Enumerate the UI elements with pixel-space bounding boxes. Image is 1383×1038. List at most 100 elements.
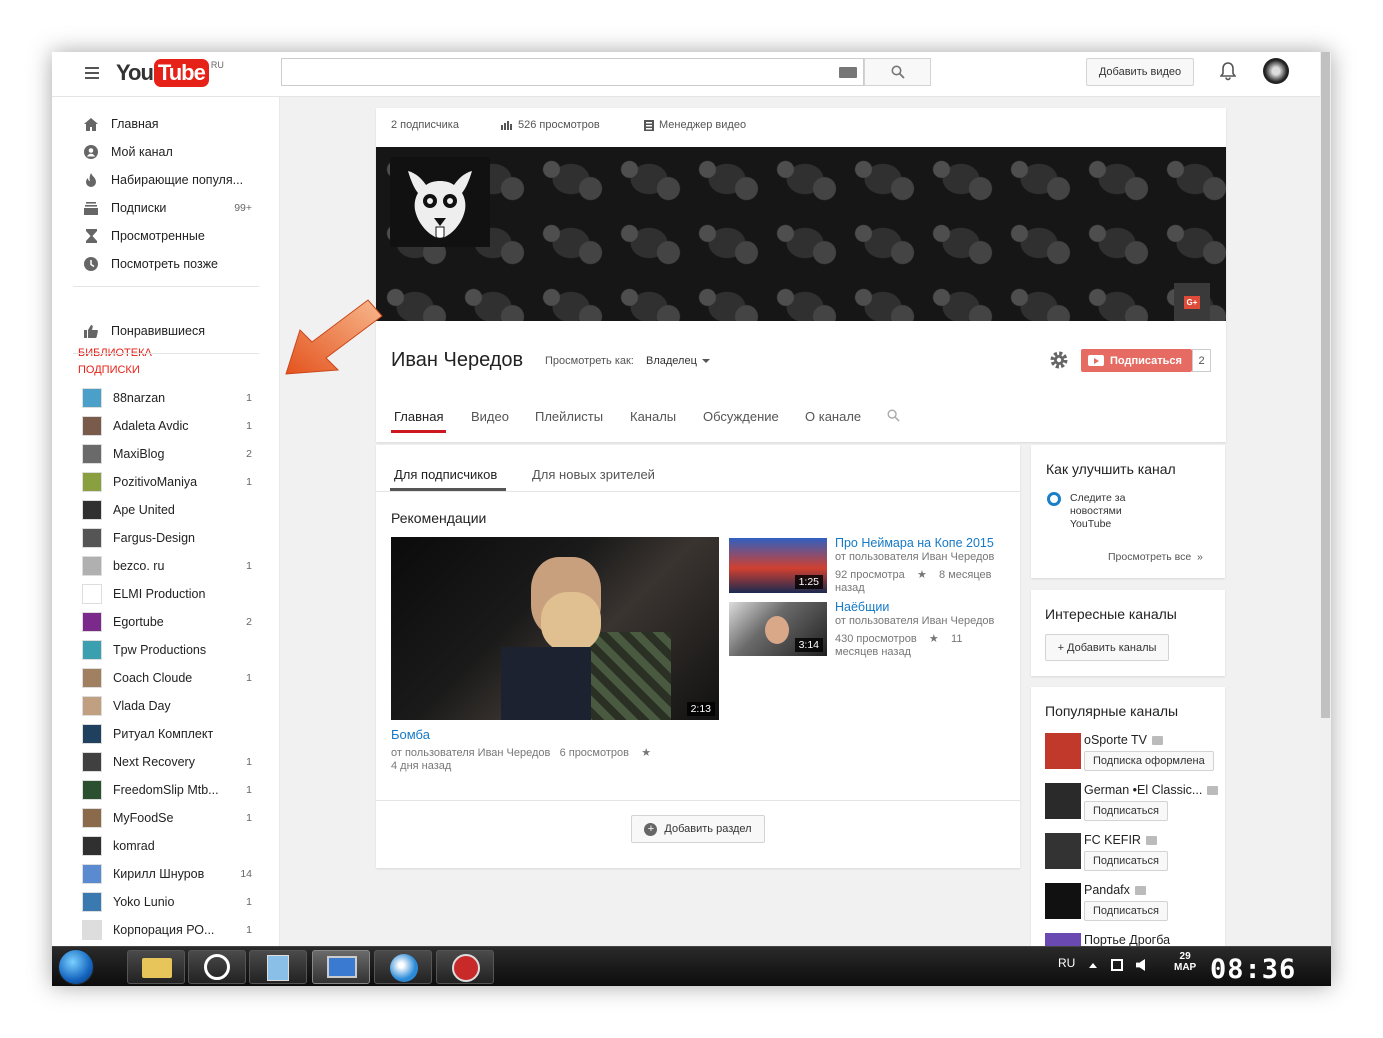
main-video-thumbnail[interactable]: 2:13	[391, 537, 719, 720]
channel-avatar	[82, 640, 102, 660]
tab-playlists[interactable]: Плейлисты	[535, 409, 603, 424]
subscription-item[interactable]: bezco. ru 1	[82, 555, 252, 577]
bell-icon[interactable]	[1220, 61, 1236, 81]
volume-icon[interactable]	[1136, 959, 1145, 971]
guide-item-label: Понравившиеся	[111, 324, 205, 338]
guide-item-home[interactable]: Главная	[82, 113, 252, 135]
guide-item-subscriptions[interactable]: Подписки 99+	[82, 197, 252, 219]
channel-avatar[interactable]	[1045, 833, 1081, 869]
subscription-item[interactable]: Coach Cloude 1	[82, 667, 252, 689]
subscription-item[interactable]: komrad	[82, 835, 252, 857]
side-video-title[interactable]: Про Неймара на Копе 2015	[835, 536, 994, 550]
subscription-item[interactable]: Ритуал Комплект	[82, 723, 252, 745]
popular-channel-name[interactable]: German •El Classic...	[1084, 783, 1224, 797]
search-button[interactable]	[864, 58, 931, 86]
view-as-dropdown[interactable]: Владелец	[646, 355, 710, 367]
taskbar-app[interactable]	[188, 950, 246, 984]
add-channels-button[interactable]: + Добавить каналы	[1045, 634, 1169, 661]
popular-channel-name[interactable]: FC KEFIR	[1084, 833, 1224, 847]
subscription-item[interactable]: Ape United	[82, 499, 252, 521]
taskbar-browser[interactable]	[374, 950, 432, 984]
popular-subscribe-button[interactable]: Подписка оформлена	[1084, 751, 1214, 771]
popular-subscribe-button[interactable]: Подписаться	[1084, 801, 1168, 821]
folder-icon	[142, 958, 172, 978]
popular-subscribe-button[interactable]: Подписаться	[1084, 851, 1168, 871]
language-indicator[interactable]: RU	[1058, 956, 1075, 970]
subscription-item[interactable]: 88narzan 1	[82, 387, 252, 409]
channel-avatar[interactable]	[1045, 883, 1081, 919]
popular-channel-name[interactable]: Портье Дрогба	[1084, 933, 1224, 947]
subscription-item[interactable]: Yoko Lunio 1	[82, 891, 252, 913]
search-icon	[891, 65, 905, 79]
active-tab-indicator	[391, 430, 446, 433]
subscription-item[interactable]: Vlada Day	[82, 695, 252, 717]
subtab-subscribers[interactable]: Для подписчиков	[394, 467, 497, 482]
account-avatar[interactable]	[1263, 58, 1289, 84]
view-all-link[interactable]: Просмотреть все »	[1108, 551, 1203, 563]
scrollbar[interactable]	[1320, 52, 1331, 986]
channel-avatar	[82, 416, 102, 436]
channel-avatar[interactable]	[1045, 783, 1081, 819]
menu-icon[interactable]	[85, 67, 99, 79]
taskbar-calculator[interactable]	[249, 950, 307, 984]
guide-item-label: Набирающие популя...	[111, 173, 244, 187]
subscription-item[interactable]: Кирилл Шнуров 14	[82, 863, 252, 885]
guide-item-trending[interactable]: Набирающие популя...	[82, 169, 252, 191]
video-manager-link[interactable]: Менеджер видео	[644, 119, 746, 131]
guide-item-watch-later[interactable]: Посмотреть позже	[82, 253, 252, 275]
tray-expand-icon[interactable]	[1089, 963, 1097, 968]
channel-search-icon[interactable]	[887, 409, 900, 422]
scrollbar-thumb[interactable]	[1321, 52, 1330, 718]
subscription-item[interactable]: MaxiBlog 2	[82, 443, 252, 465]
subscription-item[interactable]: Next Recovery 1	[82, 751, 252, 773]
guide-item-liked[interactable]: Понравившиеся	[82, 320, 252, 342]
main-video-title[interactable]: Бомба	[391, 727, 430, 742]
subscription-item[interactable]: PozitivoManiya 1	[82, 471, 252, 493]
upload-button[interactable]: Добавить видео	[1086, 58, 1194, 86]
popular-channel-name[interactable]: Pandafx	[1084, 883, 1224, 897]
popular-subscribe-button[interactable]: Подписаться	[1084, 901, 1168, 921]
taskbar-explorer[interactable]	[127, 950, 185, 984]
keyboard-icon[interactable]	[839, 67, 857, 78]
windows-taskbar: RU 29 МАР 08:36	[52, 946, 1331, 986]
channel-avatar	[82, 388, 102, 408]
side-video-views: 92 просмотра	[835, 569, 905, 581]
subscription-item[interactable]: MyFoodSe 1	[82, 807, 252, 829]
subscription-label: MyFoodSe	[113, 811, 174, 825]
subscribe-button[interactable]: Подписаться	[1081, 349, 1192, 372]
youtube-logo[interactable]: You Tube RU	[116, 58, 224, 88]
subscription-item[interactable]: Tpw Productions	[82, 639, 252, 661]
guide-item-history[interactable]: Просмотренные	[82, 225, 252, 247]
popular-channel-name[interactable]: oSporte TV	[1084, 733, 1224, 747]
tab-discussion[interactable]: Обсуждение	[703, 409, 779, 424]
subscription-item[interactable]: Корпорация РО... 1	[82, 919, 252, 941]
side-video-title[interactable]: Наёбщии	[835, 600, 889, 614]
view-as-label: Просмотреть как:	[545, 355, 634, 367]
task-circle-icon[interactable]	[1047, 492, 1061, 506]
channel-logo[interactable]	[390, 157, 490, 247]
subscription-item[interactable]: Egortube 2	[82, 611, 252, 633]
subscription-label: Ape United	[113, 503, 175, 517]
side-video-thumbnail[interactable]: 3:14	[729, 602, 827, 656]
subscription-item[interactable]: Fargus-Design	[82, 527, 252, 549]
subscription-item[interactable]: ELMI Production	[82, 583, 252, 605]
side-video-thumbnail[interactable]: 1:25	[729, 538, 827, 593]
google-plus-link[interactable]: G+	[1174, 283, 1210, 321]
gear-icon[interactable]	[1049, 350, 1069, 370]
tab-channels[interactable]: Каналы	[630, 409, 676, 424]
tab-videos[interactable]: Видео	[471, 409, 509, 424]
subscription-item[interactable]: Adaleta Avdic 1	[82, 415, 252, 437]
subtab-new-viewers[interactable]: Для новых зрителей	[532, 467, 655, 482]
search-input[interactable]	[281, 58, 864, 86]
start-button[interactable]	[58, 949, 94, 985]
tab-home[interactable]: Главная	[394, 409, 443, 424]
add-section-button[interactable]: + Добавить раздел	[631, 815, 765, 843]
taskbar-record[interactable]	[436, 950, 494, 984]
channel-avatar[interactable]	[1045, 733, 1081, 769]
guide-item-my-channel[interactable]: Мой канал	[82, 141, 252, 163]
taskbar-computer[interactable]	[312, 950, 370, 984]
improve-task[interactable]: Следите за новостями YouTube	[1070, 492, 1125, 531]
network-icon[interactable]	[1111, 959, 1123, 971]
tab-about[interactable]: О канале	[805, 409, 861, 424]
subscription-item[interactable]: FreedomSlip Mtb... 1	[82, 779, 252, 801]
